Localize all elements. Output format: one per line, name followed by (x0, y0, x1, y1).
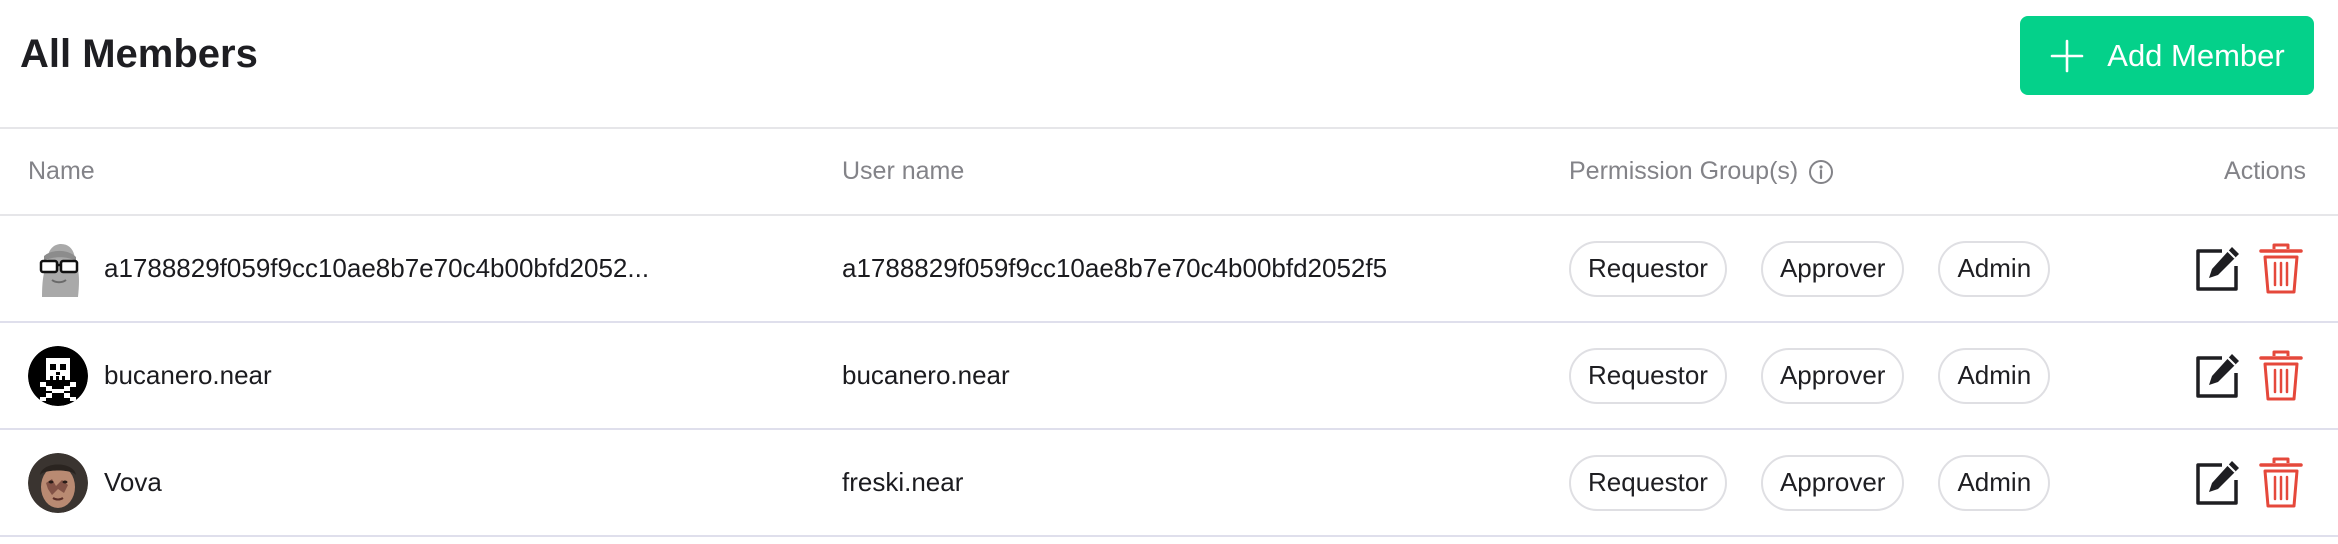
column-header-permission-groups: Permission Group(s) (1569, 129, 1834, 214)
table-header: Name User name Permission Group(s) Actio… (0, 129, 2338, 216)
member-name-cell: a1788829f059f9cc10ae8b7e70c4b00bfd2052..… (28, 216, 728, 321)
permission-groups: Requestor Approver Admin (1569, 430, 2051, 535)
member-name-cell: Vova (28, 430, 728, 535)
edit-icon[interactable] (2192, 242, 2242, 296)
permission-chip-approver: Approver (1760, 347, 1905, 404)
page-header: All Members Add Member (0, 0, 2338, 129)
edit-icon[interactable] (2192, 349, 2242, 403)
permission-groups-label: Permission Group(s) (1569, 157, 1799, 185)
default-avatar-icon (28, 238, 88, 299)
permission-chip-admin: Admin (1938, 454, 2051, 511)
page-title: All Members (20, 32, 258, 76)
add-member-label: Add Member (2107, 37, 2285, 73)
trash-icon[interactable] (2256, 242, 2306, 296)
permission-chip-requestor: Requestor (1569, 240, 1727, 297)
permission-chip-approver: Approver (1760, 240, 1905, 297)
trash-icon[interactable] (2256, 456, 2306, 510)
permission-groups: Requestor Approver Admin (1569, 216, 2051, 321)
skull-pixel-avatar (28, 345, 88, 406)
permission-chip-admin: Admin (1938, 240, 2051, 297)
member-username: freski.near (842, 467, 964, 497)
member-name: a1788829f059f9cc10ae8b7e70c4b00bfd2052..… (104, 253, 650, 283)
member-name: Vova (104, 467, 162, 497)
trash-icon[interactable] (2256, 349, 2306, 403)
member-username: a1788829f059f9cc10ae8b7e70c4b00bfd2052f5 (842, 253, 1388, 283)
row-actions (2192, 323, 2306, 428)
table-row: a1788829f059f9cc10ae8b7e70c4b00bfd2052..… (0, 216, 2338, 323)
plus-icon (2050, 39, 2084, 72)
edit-icon[interactable] (2192, 456, 2242, 510)
row-actions (2192, 430, 2306, 535)
member-username: bucanero.near (842, 360, 1010, 390)
permission-chip-requestor: Requestor (1569, 347, 1727, 404)
member-name-cell: bucanero.near (28, 323, 728, 428)
column-header-user-name: User name (842, 157, 965, 185)
permission-chip-admin: Admin (1938, 347, 2051, 404)
row-actions (2192, 216, 2306, 321)
add-member-button[interactable]: Add Member (2020, 16, 2314, 95)
member-name: bucanero.near (104, 360, 272, 390)
members-table: Name User name Permission Group(s) Actio… (0, 129, 2338, 537)
photo-avatar (28, 452, 88, 513)
permission-groups: Requestor Approver Admin (1569, 323, 2051, 428)
column-header-actions: Actions (2224, 157, 2306, 185)
column-header-name: Name (28, 157, 95, 185)
table-row: bucanero.near bucanero.near Requestor Ap… (0, 323, 2338, 430)
permission-chip-requestor: Requestor (1569, 454, 1727, 511)
info-icon[interactable] (1808, 159, 1834, 185)
table-row: Vova freski.near Requestor Approver Admi… (0, 430, 2338, 537)
permission-chip-approver: Approver (1760, 454, 1905, 511)
